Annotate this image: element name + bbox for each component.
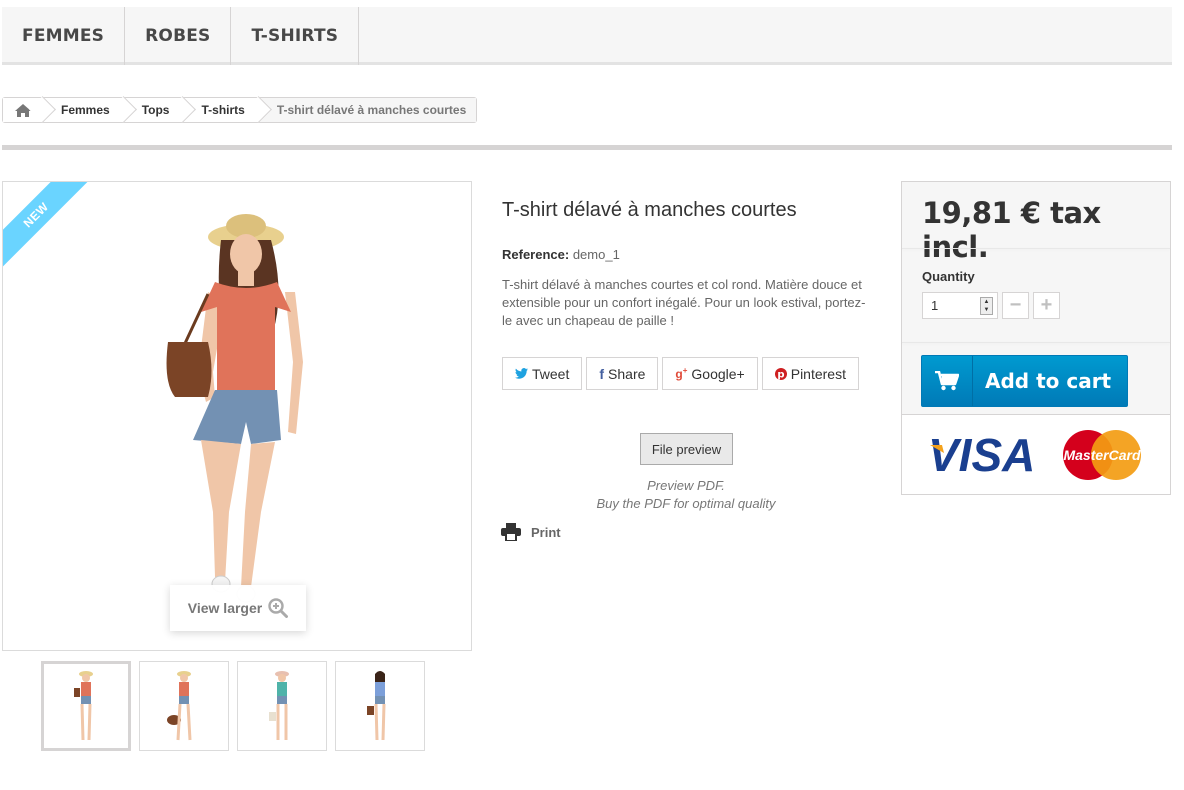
thumbnail-2[interactable] [139,661,229,751]
quantity-label: Quantity [922,269,975,284]
breadcrumb-home[interactable] [3,98,43,122]
quantity-decrease-button[interactable]: − [1002,292,1029,319]
product-description: T-shirt délavé à manches courtes et col … [502,277,866,328]
pinterest-icon: p [774,367,787,380]
quantity-value: 1 [931,298,939,313]
divider [2,145,1172,150]
thumbnail-1[interactable] [41,661,131,751]
top-menu: FEMMES ROBES T-SHIRTS [2,7,1172,65]
spinner-down-icon[interactable]: ▼ [981,306,992,314]
quantity-input[interactable]: 1 ▲ ▼ [922,292,998,319]
share-label: Share [608,365,646,382]
tweet-label: Tweet [532,365,570,382]
pinterest-label: Pinterest [790,365,846,382]
facebook-icon: f [599,365,605,382]
cart-icon-wrap [922,356,973,406]
thumbnail-image [74,671,93,741]
google-plus-button[interactable]: g+ Google+ [662,357,758,390]
cart-icon [935,371,959,391]
view-larger-button[interactable]: View larger [170,585,306,631]
tweet-button[interactable]: Tweet [502,357,583,390]
print-label: Print [531,524,561,540]
thumbnail-3[interactable] [237,661,327,751]
payment-methods: VISA MasterCard [902,414,1170,494]
visa-text: VISA [928,433,1035,477]
svg-text:p: p [777,369,784,380]
quantity-spinner[interactable]: ▲ ▼ [980,297,993,315]
thumbnail-image [367,671,386,741]
home-icon [15,103,31,117]
google-plus-icon: g+ [675,366,688,381]
breadcrumb: Femmes Tops T-shirts T-shirt délavé à ma… [2,97,478,123]
add-to-cart-label: Add to cart [985,369,1112,393]
file-preview-button[interactable]: File preview [640,433,733,465]
print-link[interactable]: Print [501,523,561,541]
pinterest-button[interactable]: p Pinterest [761,357,859,390]
reference-value: demo_1 [572,247,620,262]
menu-item-femmes[interactable]: FEMMES [2,7,126,65]
product-photo [166,214,303,603]
preview-note-line-2: Buy the PDF for optimal quality [596,496,776,511]
separator [902,342,1170,343]
quantity-increase-button[interactable]: + [1033,292,1060,319]
twitter-icon [515,368,528,379]
view-larger-label: View larger [187,600,263,616]
visa-logo: VISA [928,433,1035,477]
preview-note-line-1: Preview PDF. [647,478,725,493]
mastercard-text: MasterCard [1063,447,1140,463]
thumbnail-image [269,671,289,740]
printer-icon [501,523,521,541]
menu-item-robes[interactable]: ROBES [125,7,232,65]
product-image[interactable]: NEW View larger [2,181,472,651]
google-plus-label: Google+ [691,365,745,382]
share-button[interactable]: f Share [586,357,659,390]
menu-item-t-shirts[interactable]: T-SHIRTS [231,7,360,65]
mastercard-logo: MasterCard [1063,429,1141,480]
add-to-cart-button[interactable]: Add to cart [921,355,1128,407]
breadcrumb-current: T-shirt délavé à manches courtes [258,98,477,122]
reference-label: Reference: [502,247,570,262]
separator [902,248,1170,249]
zoom-in-icon [268,598,289,618]
preview-note: Preview PDF. Buy the PDF for optimal qua… [586,477,786,513]
social-share: Tweet f Share g+ Google+ p Pinterest [502,357,859,390]
thumbnail-list [41,661,425,751]
buy-box: 19,81 € tax incl. Quantity 1 ▲ ▼ − + Add… [901,181,1171,495]
product-price: 19,81 € tax incl. [922,196,1101,264]
spinner-up-icon[interactable]: ▲ [981,298,992,306]
thumbnail-4[interactable] [335,661,425,751]
product-title: T-shirt délavé à manches courtes [502,199,797,221]
plus-icon: + [1040,294,1053,316]
thumbnail-image [167,671,192,741]
product-reference: Reference: demo_1 [502,247,620,262]
minus-icon: − [1009,294,1022,316]
